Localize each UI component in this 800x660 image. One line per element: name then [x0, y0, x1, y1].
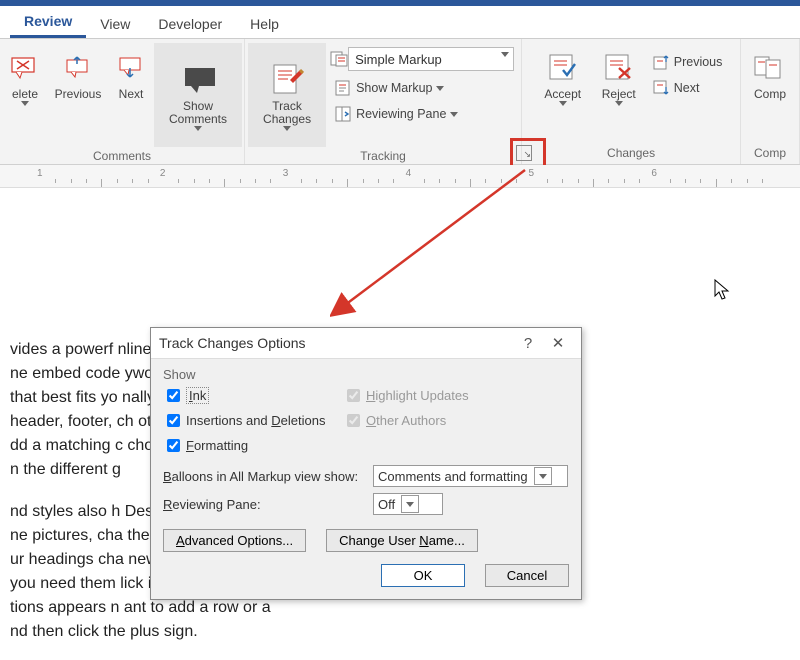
other-authors-checkbox-input [347, 414, 360, 427]
markup-mode-value: Simple Markup [355, 52, 442, 67]
ribbon: elete Previous Next Show Comments Commen… [0, 39, 800, 165]
accept-button[interactable]: Accept [534, 43, 592, 110]
group-label-comments: Comments [2, 147, 242, 165]
reviewing-pane-select[interactable]: Off [373, 493, 443, 515]
compare-label: Comp [754, 88, 786, 101]
markup-mode-select[interactable]: Simple Markup [348, 47, 514, 71]
tracking-dialog-launcher[interactable]: ↘ [516, 145, 532, 161]
show-comments-button[interactable]: Show Comments [154, 43, 242, 147]
chevron-down-icon [534, 467, 552, 485]
chevron-down-icon [450, 112, 458, 117]
chevron-down-icon [615, 101, 623, 106]
ink-checkbox-input[interactable] [167, 389, 180, 402]
highlight-updates-checkbox: Highlight Updates [343, 386, 523, 405]
change-user-name-button[interactable]: Change User Name... [326, 529, 478, 552]
reject-label: Reject [602, 88, 636, 101]
close-button[interactable]: ✕ [543, 334, 573, 352]
formatting-checkbox[interactable]: Formatting [163, 436, 343, 455]
insertions-deletions-checkbox[interactable]: Insertions and Deletions [163, 411, 343, 430]
chevron-down-icon [21, 101, 29, 106]
chevron-down-icon [283, 126, 291, 131]
group-label-compare: Comp [743, 144, 797, 164]
ribbon-tabs: Review View Developer Help [0, 6, 800, 39]
previous-comment-button[interactable]: Previous [48, 43, 108, 105]
tab-review[interactable]: Review [10, 7, 86, 38]
chevron-down-icon [194, 126, 202, 131]
chevron-down-icon [436, 86, 444, 91]
other-authors-checkbox: Other Authors [343, 411, 523, 430]
reviewing-pane-button[interactable]: Reviewing Pane [330, 101, 514, 127]
insertions-checkbox-input[interactable] [167, 414, 180, 427]
balloons-value: Comments and formatting [378, 469, 528, 484]
highlight-checkbox-input [347, 389, 360, 402]
reject-button[interactable]: Reject [592, 43, 646, 110]
compare-button[interactable]: Comp [743, 43, 797, 105]
previous-change-button[interactable]: Previous [648, 49, 727, 75]
group-label-tracking: Tracking [247, 147, 519, 165]
ink-checkbox[interactable]: IInknk [163, 386, 343, 405]
advanced-options-button[interactable]: Advanced Options... [163, 529, 306, 552]
track-changes-button[interactable]: Track Changes [248, 43, 326, 147]
track-changes-options-dialog: Track Changes Options ? ✕ Show IInknk Hi… [150, 327, 582, 600]
track-changes-label: Track Changes [263, 100, 311, 126]
tab-view[interactable]: View [86, 10, 144, 38]
previous-label: Previous [55, 88, 102, 101]
cancel-button[interactable]: Cancel [485, 564, 569, 587]
reviewing-pane-label: Reviewing Pane: [163, 497, 373, 512]
ok-button[interactable]: OK [381, 564, 465, 587]
formatting-checkbox-input[interactable] [167, 439, 180, 452]
group-label-changes: Changes [524, 144, 738, 164]
tab-help[interactable]: Help [236, 10, 293, 38]
reviewing-pane-value: Off [378, 497, 395, 512]
balloons-label: Balloons in All Markup view show: [163, 469, 373, 484]
chevron-down-icon [559, 101, 567, 106]
delete-label: elete [12, 88, 38, 101]
previous-change-icon [652, 53, 670, 71]
reviewing-pane-icon [334, 105, 352, 123]
markup-icon [330, 50, 348, 68]
next-change-button[interactable]: Next [648, 75, 727, 101]
next-change-icon [652, 79, 670, 97]
show-comments-label: Show Comments [169, 100, 227, 126]
chevron-down-icon [501, 52, 509, 57]
delete-comment-button[interactable]: elete [2, 43, 48, 110]
reviewing-pane-label: Reviewing Pane [356, 107, 446, 121]
show-markup-label: Show Markup [356, 81, 432, 95]
dialog-title: Track Changes Options [159, 335, 513, 351]
help-button[interactable]: ? [513, 335, 543, 352]
next-change-label: Next [674, 81, 700, 95]
show-markup-button[interactable]: Show Markup [330, 75, 514, 101]
chevron-down-icon [401, 495, 419, 513]
ruler: 123456 [0, 165, 800, 188]
tab-developer[interactable]: Developer [144, 10, 236, 38]
cursor-icon [713, 278, 733, 302]
next-comment-button[interactable]: Next [108, 43, 154, 105]
show-section-label: Show [163, 367, 569, 382]
show-markup-icon [334, 79, 352, 97]
next-label: Next [119, 88, 144, 101]
balloons-select[interactable]: Comments and formatting [373, 465, 568, 487]
dialog-titlebar: Track Changes Options ? ✕ [151, 328, 581, 359]
previous-change-label: Previous [674, 55, 723, 69]
accept-label: Accept [544, 88, 581, 101]
